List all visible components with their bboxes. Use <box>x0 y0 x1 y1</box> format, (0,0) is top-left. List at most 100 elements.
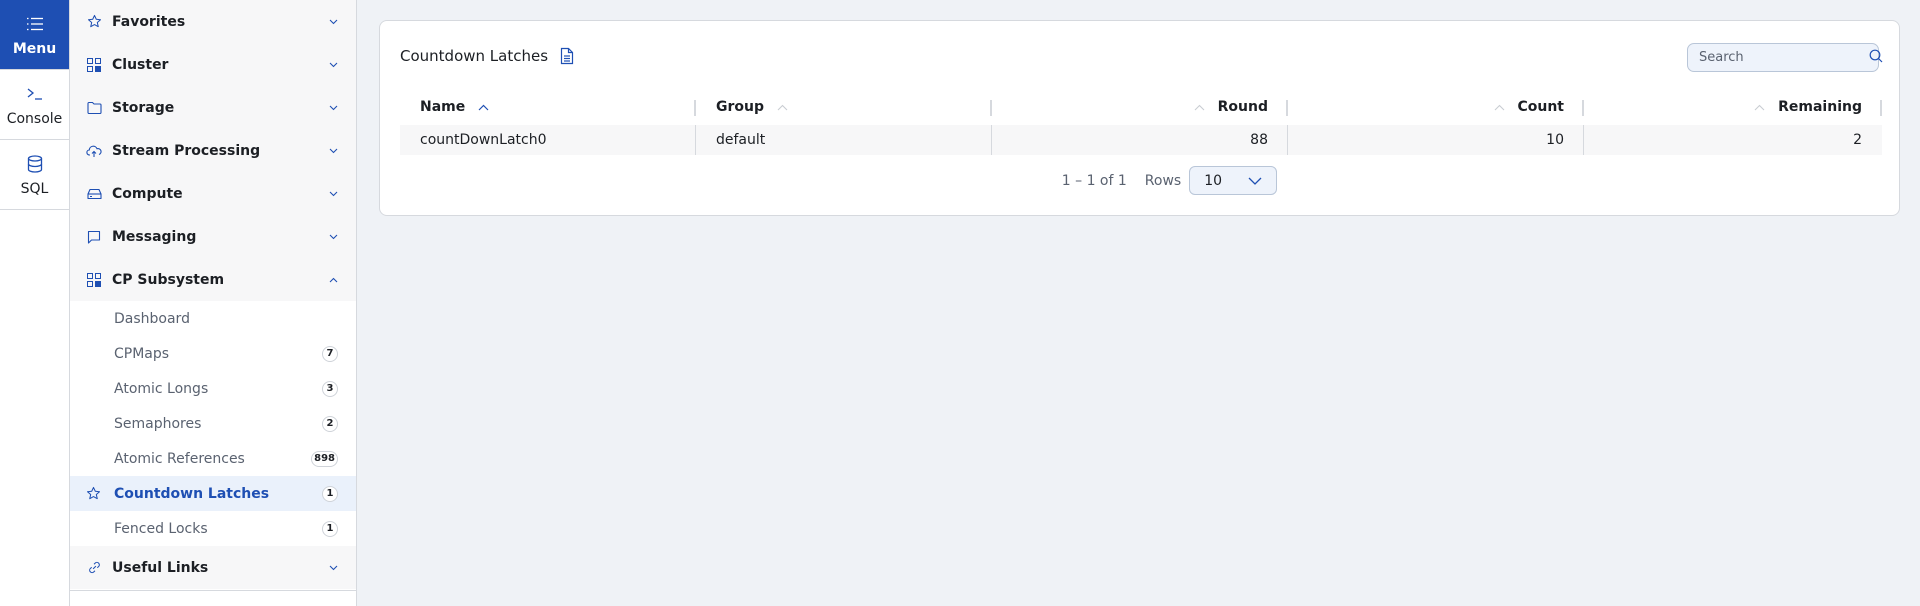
nav-group-favorites[interactable]: Favorites <box>70 0 356 43</box>
sort-ascending-icon[interactable] <box>478 99 489 115</box>
page-title: Countdown Latches <box>400 47 574 65</box>
nav-group-cp-subsystem[interactable]: CP Subsystem <box>70 258 356 301</box>
nav-item-dashboard[interactable]: Dashboard <box>70 301 356 336</box>
column-header-count[interactable]: Count <box>1288 89 1584 125</box>
cell-value: 88 <box>1250 132 1268 148</box>
cloud-upload-icon <box>86 143 102 159</box>
search-icon[interactable] <box>1869 48 1883 67</box>
nav-group-label: Messaging <box>112 228 197 245</box>
nav-item-label: Countdown Latches <box>114 485 270 502</box>
chevron-up-icon <box>328 275 338 285</box>
count-badge: 1 <box>322 485 338 502</box>
star-icon <box>86 14 102 30</box>
nav-group-label: Useful Links <box>112 559 209 576</box>
nav-item-label: Atomic Longs <box>114 380 209 397</box>
cell-name: countDownLatch0 <box>400 125 696 155</box>
nav-group-compute[interactable]: Compute <box>70 172 356 215</box>
sort-icon[interactable] <box>1494 99 1505 115</box>
pagination-range: 1 – 1 of 1 <box>1061 172 1127 189</box>
nav-item-label: Dashboard <box>114 310 190 327</box>
table-header-row: Name Group Round Count Remaining <box>400 89 1882 125</box>
link-icon <box>86 560 102 576</box>
app-rail: Menu Console SQL <box>0 0 70 606</box>
sort-icon[interactable] <box>1194 99 1205 115</box>
cell-value: 10 <box>1546 132 1564 148</box>
nav-group-label: Storage <box>112 99 175 116</box>
nav-divider <box>70 590 356 591</box>
rail-console-button[interactable]: Console <box>0 70 69 140</box>
chevron-down-icon <box>328 563 338 573</box>
nav-group-label: Favorites <box>112 13 186 30</box>
column-header-name[interactable]: Name <box>400 89 696 125</box>
rail-menu-button[interactable]: Menu <box>0 0 69 70</box>
chevron-down-icon <box>328 232 338 242</box>
cell-group: default <box>696 125 992 155</box>
sort-icon[interactable] <box>1754 99 1765 115</box>
search-input[interactable] <box>1699 50 1869 65</box>
nav-item-label: Fenced Locks <box>114 520 208 537</box>
chat-icon <box>86 229 102 245</box>
rows-per-page-label: Rows <box>1144 172 1182 189</box>
nav-group-useful-links[interactable]: Useful Links <box>70 546 356 589</box>
column-resize-handle[interactable] <box>1880 100 1882 116</box>
list-icon <box>26 13 44 35</box>
countdown-latches-panel: Countdown Latches Name Group <box>379 20 1900 216</box>
cell-value: 2 <box>1853 132 1862 148</box>
rail-console-label: Console <box>6 110 63 127</box>
chevron-down-icon <box>1248 173 1262 189</box>
column-header-label: Round <box>1217 99 1268 115</box>
nav-group-stream-processing[interactable]: Stream Processing <box>70 129 356 172</box>
nav-item-label: Semaphores <box>114 415 202 432</box>
nav-group-label: Stream Processing <box>112 142 261 159</box>
nav-item-semaphores[interactable]: Semaphores 2 <box>70 406 356 441</box>
column-header-label: Name <box>420 99 466 115</box>
cell-count: 10 <box>1288 125 1584 155</box>
terminal-icon <box>26 83 44 105</box>
count-badge: 2 <box>322 415 338 432</box>
count-badge: 3 <box>322 380 338 397</box>
nav-group-messaging[interactable]: Messaging <box>70 215 356 258</box>
nav-item-cpmaps[interactable]: CPMaps 7 <box>70 336 356 371</box>
column-header-label: Remaining <box>1778 99 1862 115</box>
nav-item-label: CPMaps <box>114 345 170 362</box>
nav-group-label: Compute <box>112 185 183 202</box>
grid-icon <box>86 272 102 288</box>
column-header-label: Count <box>1517 99 1564 115</box>
chevron-down-icon <box>328 103 338 113</box>
nav-item-atomic-longs[interactable]: Atomic Longs 3 <box>70 371 356 406</box>
column-header-remaining[interactable]: Remaining <box>1584 89 1882 125</box>
column-header-group[interactable]: Group <box>696 89 992 125</box>
nav-sidebar: Favorites Cluster Storage Stream Process… <box>70 0 357 606</box>
chevron-down-icon <box>328 60 338 70</box>
nav-item-atomic-references[interactable]: Atomic References 898 <box>70 441 356 476</box>
cell-value: default <box>716 132 766 148</box>
rail-menu-label: Menu <box>12 40 57 57</box>
star-icon[interactable] <box>86 486 101 505</box>
count-badge: 1 <box>322 520 338 537</box>
drive-icon <box>86 186 102 202</box>
sort-icon[interactable] <box>777 99 788 115</box>
database-icon <box>27 153 43 175</box>
rail-sql-button[interactable]: SQL <box>0 140 69 210</box>
search-field[interactable] <box>1687 43 1883 72</box>
nav-group-storage[interactable]: Storage <box>70 86 356 129</box>
nav-item-fenced-locks[interactable]: Fenced Locks 1 <box>70 511 356 546</box>
nav-item-label: Atomic References <box>114 450 245 467</box>
column-header-round[interactable]: Round <box>992 89 1288 125</box>
nav-item-countdown-latches[interactable]: Countdown Latches 1 <box>70 476 356 511</box>
folder-icon <box>86 100 102 116</box>
nav-group-label: CP Subsystem <box>112 271 225 288</box>
document-icon[interactable] <box>560 47 574 65</box>
table-row[interactable]: countDownLatch0 default 88 10 2 <box>400 125 1882 155</box>
chevron-down-icon <box>328 189 338 199</box>
latches-table: Name Group Round Count Remaining countDo… <box>400 89 1882 155</box>
rail-sql-label: SQL <box>20 180 49 197</box>
rows-per-page-select[interactable]: 10 <box>1189 166 1278 195</box>
rows-per-page-value: 10 <box>1204 172 1223 189</box>
count-badge: 7 <box>322 345 338 362</box>
nav-group-label: Cluster <box>112 56 169 73</box>
cell-value: countDownLatch0 <box>420 132 547 148</box>
column-header-label: Group <box>716 99 765 115</box>
nav-group-cluster[interactable]: Cluster <box>70 43 356 86</box>
pagination: 1 – 1 of 1 Rows 10 <box>380 166 1899 195</box>
